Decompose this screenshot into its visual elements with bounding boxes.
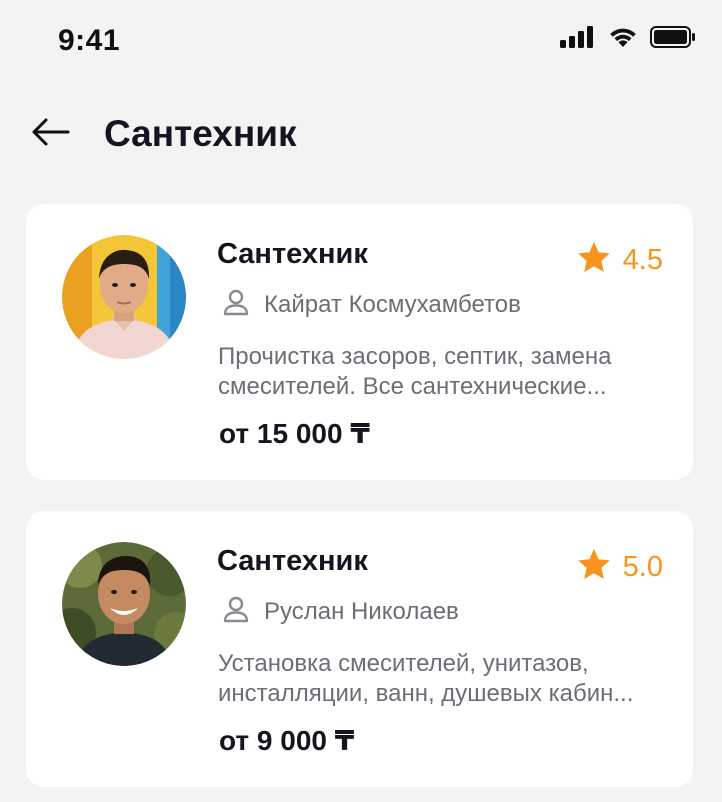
listing-title: Сантехник xyxy=(217,545,368,577)
avatar xyxy=(62,542,186,666)
battery-icon xyxy=(650,26,696,53)
price: от 15 000 ₸ xyxy=(219,418,370,449)
description: Установка смесителей, унитазов, инсталля… xyxy=(218,649,660,709)
cellular-signal-icon xyxy=(560,26,596,53)
status-bar: 9:41 xyxy=(0,0,722,84)
wifi-icon xyxy=(608,26,638,53)
user-icon xyxy=(222,288,250,321)
rating-value: 5.0 xyxy=(622,550,663,583)
description-line: инсталляции, ванн, душевых кабин... xyxy=(218,680,634,707)
star-icon xyxy=(577,241,611,278)
user-icon xyxy=(222,595,250,628)
person: Кайрат Космухамбетов xyxy=(222,288,521,321)
arrow-left-icon xyxy=(30,117,70,152)
header: Сантехник xyxy=(0,100,722,170)
description-line: смесителей. Все сантехнические... xyxy=(218,373,607,400)
rating-value: 4.5 xyxy=(622,243,663,276)
status-icons xyxy=(560,26,696,53)
listing-card[interactable]: Сантехник 4.5 Кайрат Космухамбетов Прочи… xyxy=(26,204,693,480)
listing-card[interactable]: Сантехник 5.0 Руслан Николаев Установка … xyxy=(26,511,693,787)
back-button[interactable] xyxy=(28,112,72,156)
rating: 5.0 xyxy=(577,548,663,585)
price: от 9 000 ₸ xyxy=(219,725,355,756)
rating: 4.5 xyxy=(577,241,663,278)
listing-title: Сантехник xyxy=(217,238,368,270)
person-name: Кайрат Космухамбетов xyxy=(264,290,521,318)
status-time: 9:41 xyxy=(58,24,121,57)
screen: 9:41 Сантехник Сантехник 4.5 Кайрат Косм… xyxy=(0,0,722,802)
star-icon xyxy=(577,548,611,585)
page-title: Сантехник xyxy=(104,113,297,154)
description: Прочистка засоров, септик, замена смесит… xyxy=(218,342,660,402)
person-name: Руслан Николаев xyxy=(264,597,459,625)
avatar xyxy=(62,235,186,359)
person: Руслан Николаев xyxy=(222,595,459,628)
description-line: Установка смесителей, унитазов, xyxy=(218,650,589,677)
description-line: Прочистка засоров, септик, замена xyxy=(218,343,612,370)
